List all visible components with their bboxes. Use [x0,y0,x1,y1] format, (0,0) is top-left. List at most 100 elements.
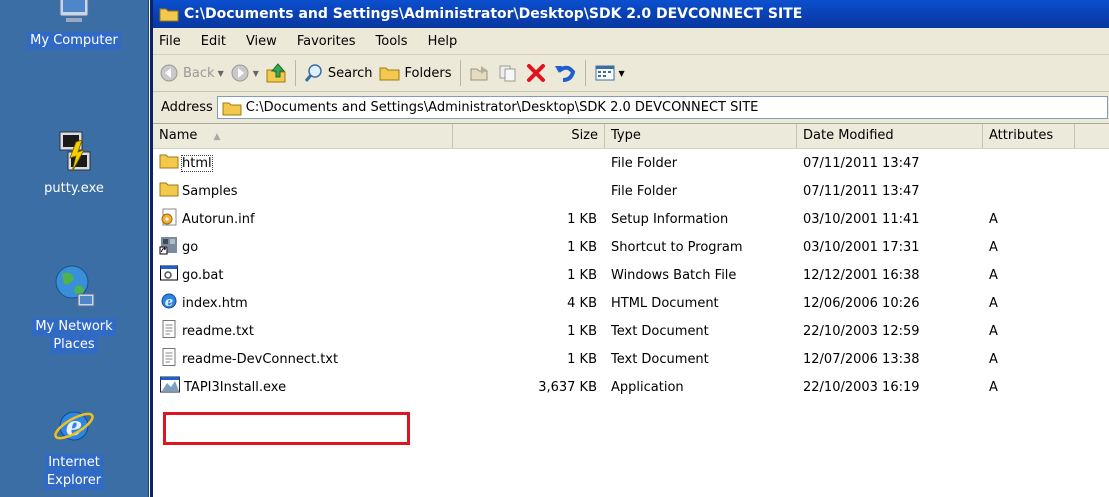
address-label: Address [161,100,213,115]
file-name-cell[interactable]: readme.txt [153,319,453,343]
file-name-cell[interactable]: Autorun.inf [153,207,453,231]
file-size-cell: 3,637 KB [538,379,597,395]
file-date-cell: 03/10/2001 17:31 [803,239,920,255]
folder-icon [159,8,179,22]
up-button[interactable] [265,62,287,84]
undo-button[interactable] [553,62,577,84]
search-button[interactable]: Search [304,63,373,83]
column-header-size[interactable]: Size [453,124,605,148]
setup-info-icon [159,207,179,231]
file-size-cell: 1 KB [567,267,597,283]
menu-view[interactable]: View [246,34,277,49]
file-name-cell[interactable]: TAPI3Install.exe [153,375,453,399]
file-size-cell: 1 KB [567,351,597,367]
file-size-cell: 1 KB [567,239,597,255]
search-label: Search [327,65,373,81]
column-header-name[interactable]: Name ▲ [153,124,453,148]
delete-button[interactable] [525,62,547,84]
menu-edit[interactable]: Edit [201,34,226,49]
file-name: go.bat [182,267,224,283]
file-list-header: Name ▲ Size Type Date Modified Attribute… [153,124,1109,149]
file-type-cell: Setup Information [611,211,729,227]
back-dropdown-icon[interactable]: ▼ [218,69,224,78]
file-size-cell: 1 KB [567,211,597,227]
file-type-cell: Shortcut to Program [611,239,743,255]
table-row[interactable]: Samples File Folder 07/11/2011 13:47 [153,177,1109,205]
column-header-attributes[interactable]: Attributes [983,124,1075,148]
up-folder-icon [266,63,286,83]
search-icon [304,64,322,82]
file-type-cell: Text Document [611,351,709,367]
address-input[interactable]: C:\Documents and Settings\Administrator\… [216,96,1108,119]
file-size-cell: 4 KB [567,295,597,311]
file-name-cell[interactable]: go [153,235,453,259]
file-name: readme-DevConnect.txt [182,351,339,367]
file-attributes-cell: A [989,323,998,339]
table-row[interactable]: go 1 KB Shortcut to Program 03/10/2001 17:3… [153,233,1109,261]
desktop-icon-internet-explorer[interactable]: e Internet Explorer [0,400,148,490]
menu-bar: File Edit View Favorites Tools Help [153,28,1109,55]
folder-icon [159,152,179,174]
file-name: html [181,154,213,172]
file-name: Samples [182,183,238,199]
forward-button[interactable]: ▼ [230,63,259,83]
folders-label: Folders [404,65,452,81]
views-button[interactable]: ▼ [594,63,625,83]
file-name: Autorun.inf [182,211,255,227]
desktop-icon-putty[interactable]: putty.exe [0,128,148,198]
desktop-icon-my-computer[interactable]: My Computer [0,0,148,50]
back-button[interactable]: Back ▼ [159,63,224,83]
back-label: Back [183,65,215,81]
menu-file[interactable]: File [159,34,181,49]
menu-favorites[interactable]: Favorites [297,34,356,49]
file-type-cell: Text Document [611,323,709,339]
sort-ascending-icon: ▲ [213,132,221,142]
table-row[interactable]: Autorun.inf 1 KB Setup Information 03/10/20… [153,205,1109,233]
file-type-cell: Windows Batch File [611,267,737,283]
move-to-icon [470,66,487,81]
file-name-cell[interactable]: Samples [153,180,453,202]
file-name-cell[interactable]: go.bat [153,263,453,287]
internet-explorer-icon: e [54,411,94,442]
file-name-cell[interactable]: readme-DevConnect.txt [153,347,453,371]
column-header-date-modified[interactable]: Date Modified [797,124,983,148]
file-name-cell[interactable]: html [153,152,453,174]
table-row[interactable]: readme-DevConnect.txt 1 KB Text Document 12… [153,345,1109,373]
file-attributes-cell: A [989,379,998,395]
installer-app-icon [159,375,181,399]
table-row[interactable]: TAPI3Install.exe 3,637 KB Application 22/10… [153,373,1109,401]
views-dropdown-icon[interactable]: ▼ [619,69,625,78]
forward-icon [231,64,249,82]
folder-icon [222,102,242,115]
copy-to-button[interactable] [497,63,519,83]
file-name-cell[interactable]: e index.htm [153,291,453,315]
title-bar[interactable]: C:\Documents and Settings\Administrator\… [153,0,1109,28]
desktop-icon-network-places[interactable]: My Network Places [0,256,148,354]
column-header-type[interactable]: Type [605,124,797,148]
desktop-icon-label: My Network Places [0,318,148,354]
file-type-cell: File Folder [611,183,678,199]
copy-to-icon [499,65,515,82]
highlight-annotation-box [163,412,410,445]
folders-icon [379,67,400,81]
file-name: readme.txt [182,323,254,339]
address-bar: Address C:\Documents and Settings\Admini… [153,92,1109,124]
file-date-cell: 12/12/2001 16:38 [803,267,920,283]
table-row[interactable]: e index.htm 4 KB HTML Document 12/06/2006 10… [153,289,1109,317]
file-rows: html File Folder 07/11/2011 13:47 Samples Fi… [153,149,1109,401]
folders-button[interactable]: Folders [379,64,452,82]
desktop-icon-label: putty.exe [44,181,104,196]
undo-icon [554,65,575,82]
menu-tools[interactable]: Tools [376,34,408,49]
file-name: TAPI3Install.exe [184,379,287,395]
my-computer-icon [59,0,89,22]
file-name: go [182,239,199,255]
file-list: Name ▲ Size Type Date Modified Attribute… [153,124,1109,497]
forward-dropdown-icon[interactable]: ▼ [253,69,259,78]
table-row[interactable]: html File Folder 07/11/2011 13:47 [153,149,1109,177]
table-row[interactable]: go.bat 1 KB Windows Batch File 12/12/2001 1… [153,261,1109,289]
address-value: C:\Documents and Settings\Administrator\… [245,100,759,115]
menu-help[interactable]: Help [428,34,458,49]
table-row[interactable]: readme.txt 1 KB Text Document 22/10/2003 12… [153,317,1109,345]
move-to-button[interactable] [469,63,491,83]
